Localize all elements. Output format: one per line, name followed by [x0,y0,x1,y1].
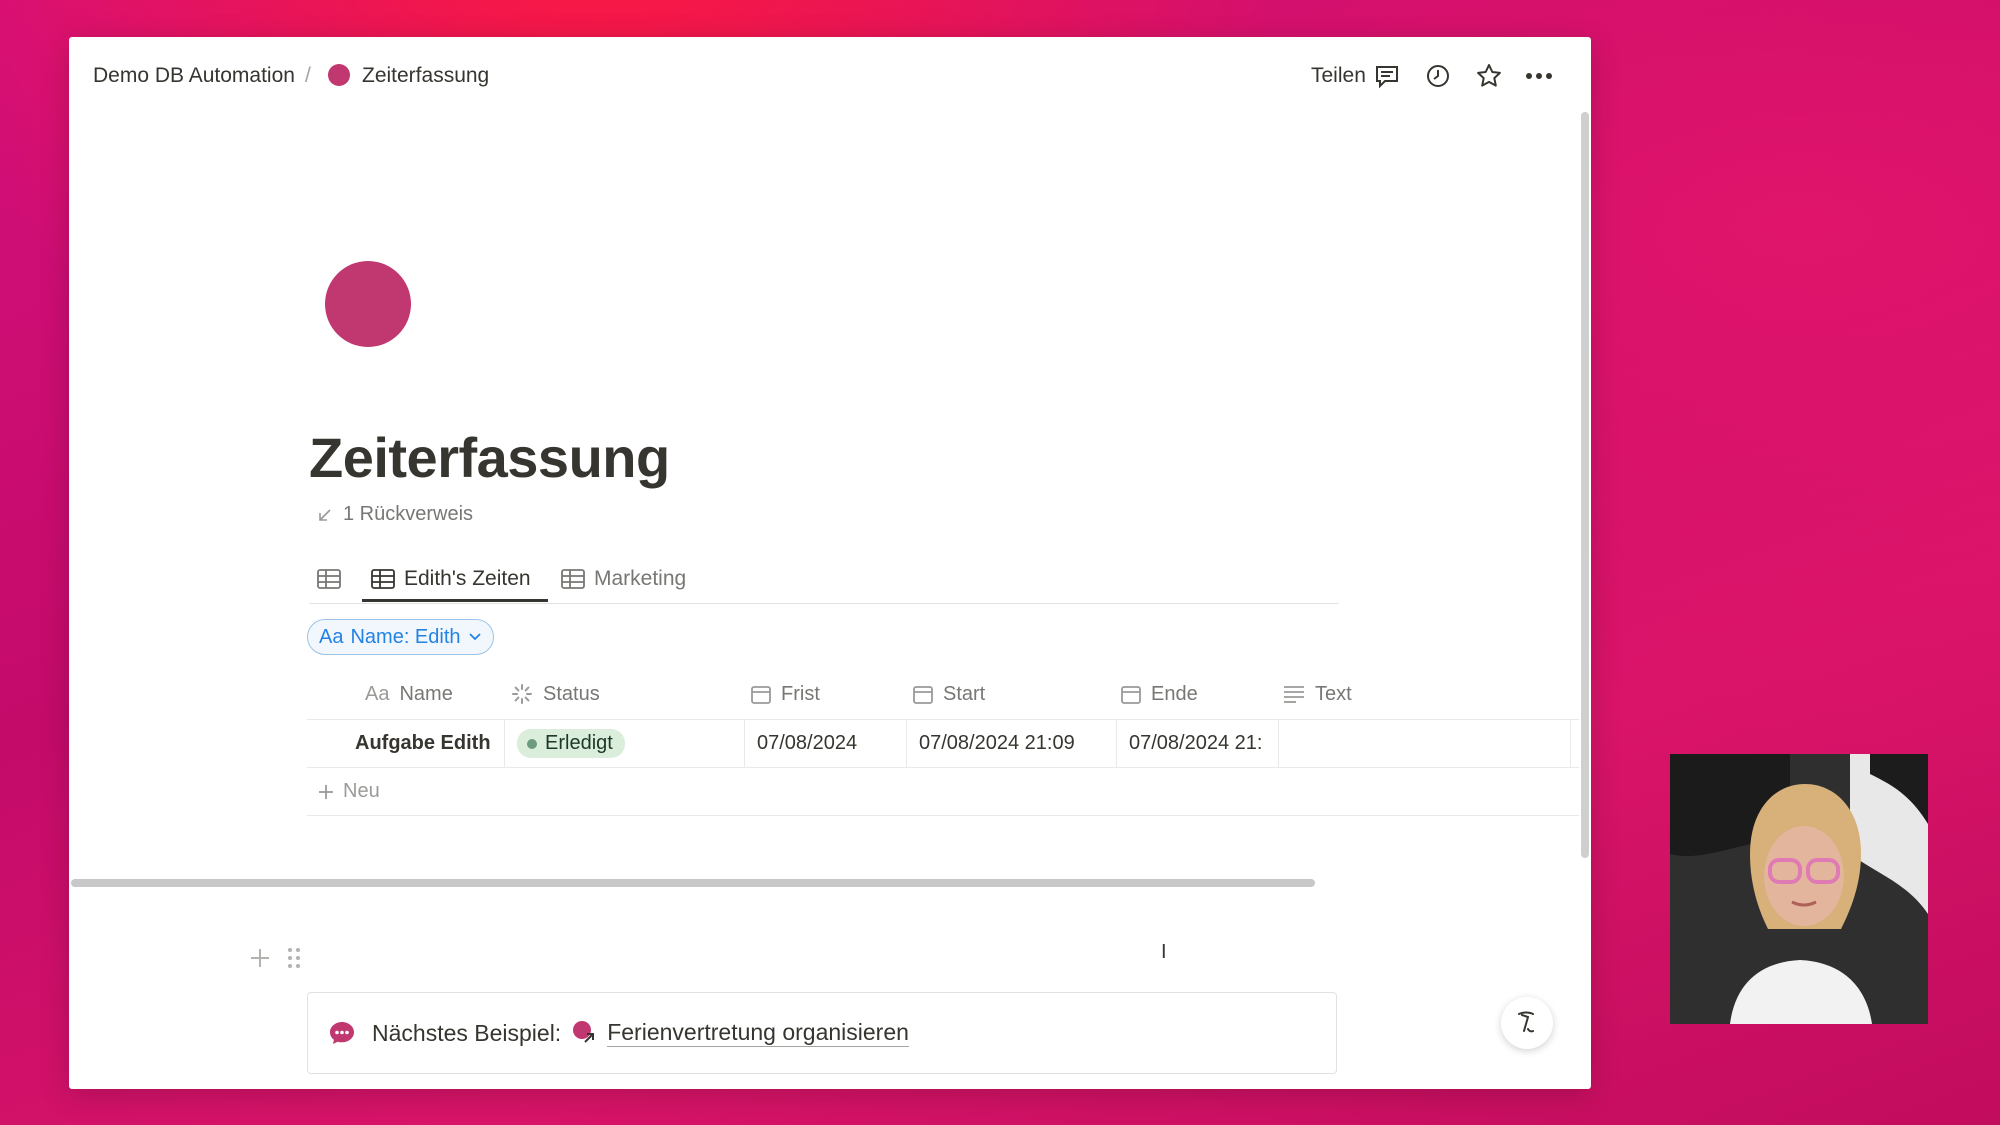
backlinks-label: 1 Rückverweis [343,503,474,525]
table-row[interactable]: Aufgabe Edith Erledigt 07/08/2024 07/08/… [307,720,1579,768]
text-property-icon: Aa [365,682,390,705]
page-link-icon [573,1021,595,1043]
vertical-scrollbar[interactable] [1581,112,1589,858]
notion-window: Demo DB Automation / Zeiterfassung Teile… [69,37,1591,1089]
column-header-ende[interactable]: Ende [1121,669,1198,719]
presenter-webcam-video [1670,754,1928,1024]
column-header-frist[interactable]: Frist [751,669,820,719]
tab-ediths-zeiten[interactable]: Edith's Zeiten [371,557,531,601]
cell-frist[interactable]: 07/08/2024 [745,720,907,767]
cell-text[interactable] [1279,720,1571,767]
status-label: Erledigt [545,732,613,754]
column-label: Frist [781,682,820,705]
table-icon [561,569,585,589]
share-button[interactable]: Teilen [1311,64,1366,88]
breadcrumb-separator: / [305,64,311,87]
breadcrumb-page[interactable]: Zeiterfassung [362,64,489,88]
column-label: Name [399,682,453,705]
block-handle [249,947,301,969]
cell-ende[interactable]: 07/08/2024 21: [1117,720,1279,767]
cell-start[interactable]: 07/08/2024 21:09 [907,720,1117,767]
cell-status[interactable]: Erledigt [505,720,745,767]
filter-label: Name: Edith [350,625,461,648]
column-label: Text [1315,682,1352,705]
table-icon [317,569,341,589]
page-title[interactable]: Zeiterfassung [309,425,670,490]
column-label: Status [543,682,600,705]
calendar-icon [913,686,933,704]
text-lines-icon [1284,686,1304,703]
tab-marketing[interactable]: Marketing [561,557,686,601]
column-label: Start [943,682,986,705]
favorite-star-icon[interactable] [1474,61,1504,91]
add-block-plus-icon[interactable] [249,947,271,969]
more-options-icon[interactable] [1524,61,1554,91]
history-clock-icon[interactable] [1423,61,1453,91]
add-row-button[interactable]: Neu [307,768,1579,816]
help-button[interactable] [1501,997,1553,1049]
backlinks[interactable]: 1 Rückverweis [317,503,473,526]
cell-name[interactable]: Aufgabe Edith [343,720,505,767]
status-dot-icon [527,738,537,749]
help-icon [1518,1011,1534,1033]
text-property-icon: Aa [319,625,344,648]
status-badge: Erledigt [517,729,625,758]
column-header-text[interactable]: Text [1283,669,1352,719]
add-row-label: Neu [343,780,380,802]
top-bar: Demo DB Automation / Zeiterfassung Teile… [69,37,1591,115]
column-header-start[interactable]: Start [913,669,985,719]
page-icon[interactable] [325,261,411,347]
table-icon [371,569,395,589]
comments-icon[interactable] [1372,61,1402,91]
column-label: Ende [1151,682,1198,705]
callout-text: Nächstes Beispiel: [372,1019,562,1046]
calendar-icon [751,686,771,704]
callout-block[interactable]: Nächstes Beispiel: Ferienvertretung orga… [307,992,1337,1074]
drag-handle-icon[interactable] [287,947,301,969]
calendar-icon [1121,686,1141,704]
database-table: Aa Name Status Frist Start Ende Text Auf… [307,669,1579,816]
tab-label: Marketing [594,567,687,590]
presenter-video-frame [1670,754,1928,1024]
tab-label: Edith's Zeiten [404,567,531,590]
chevron-down-icon [468,633,481,641]
page-link[interactable]: Ferienvertretung organisieren [607,1019,909,1047]
column-header-name[interactable]: Aa Name [365,669,453,719]
text-cursor-icon: I [1161,941,1167,963]
horizontal-scrollbar[interactable] [71,879,1315,887]
page-emoji-icon [328,64,350,86]
status-loader-icon [512,684,532,704]
table-header: Aa Name Status Frist Start Ende Text [307,669,1579,720]
speech-bubble-icon [330,1022,354,1044]
table-view-icon-tab[interactable] [317,557,341,601]
backlink-arrow-icon [319,508,331,521]
plus-icon [319,784,333,799]
active-tab-underline [362,599,548,602]
breadcrumb-workspace[interactable]: Demo DB Automation [93,64,295,88]
view-tabs: Edith's Zeiten Marketing [309,557,1339,604]
filter-chip-name[interactable]: Aa Name: Edith [307,619,494,655]
column-header-status[interactable]: Status [511,669,600,719]
